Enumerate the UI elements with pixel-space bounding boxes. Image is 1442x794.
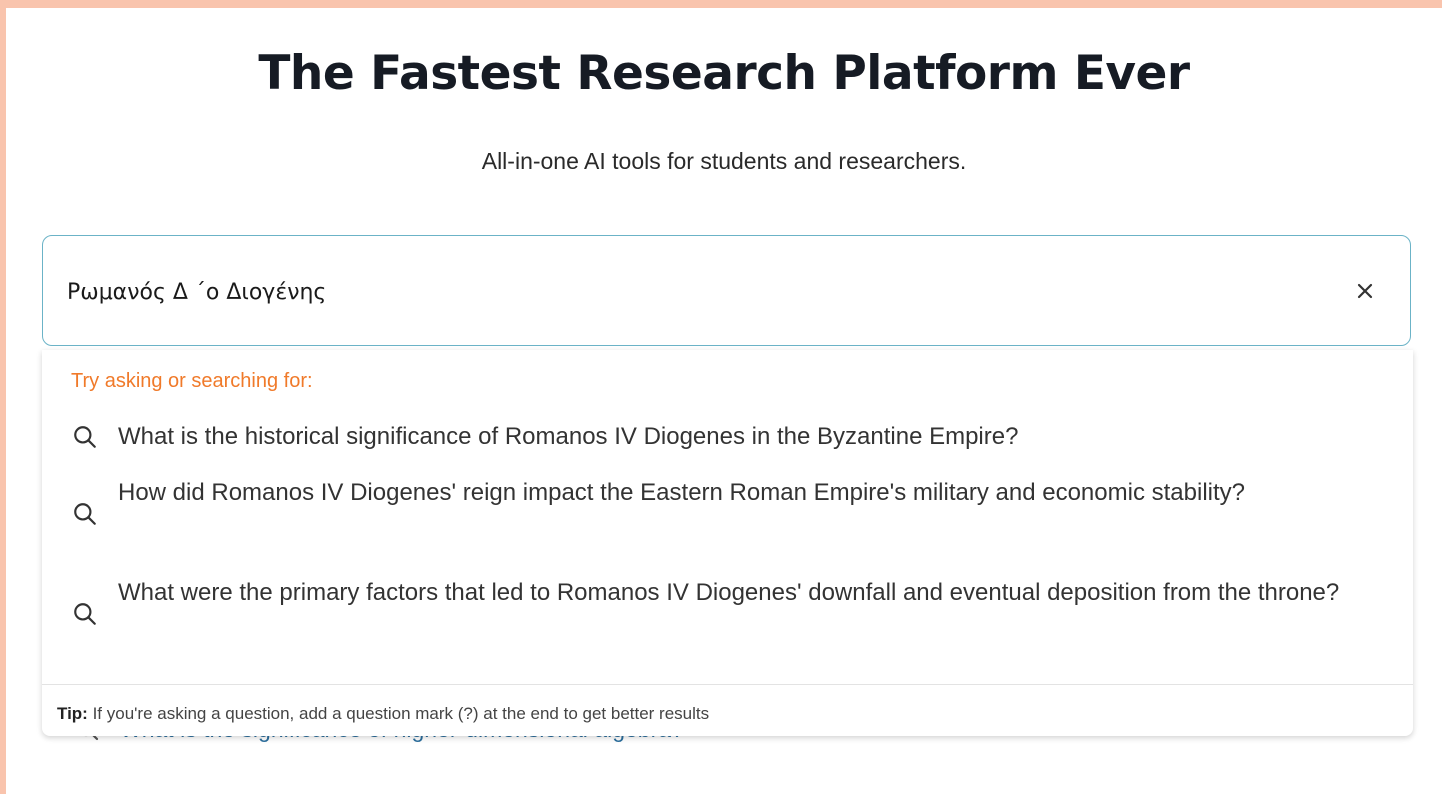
page-subtitle: All-in-one AI tools for students and res…: [481, 148, 967, 174]
close-icon: [1357, 283, 1373, 299]
page-title: The Fastest Research Platform Ever: [258, 46, 1190, 101]
clear-search-button[interactable]: [1354, 280, 1376, 302]
suggestion-text: What is the historical significance of R…: [118, 423, 1019, 450]
search-input[interactable]: [67, 272, 1317, 312]
search-box: [42, 235, 1411, 346]
search-icon: [72, 601, 98, 627]
dropdown-divider: [42, 684, 1413, 685]
tip-label: Tip:: [57, 704, 88, 723]
suggestion-item[interactable]: How did Romanos IV Diogenes' reign impac…: [42, 472, 1413, 556]
search-icon: [72, 424, 98, 450]
search-tip: Tip: If you're asking a question, add a …: [57, 704, 709, 724]
suggestions-header: Try asking or searching for:: [71, 370, 313, 392]
page-frame: The Fastest Research Platform Ever All-i…: [6, 8, 1442, 794]
suggestion-item[interactable]: What were the primary factors that led t…: [42, 572, 1413, 656]
suggestions-dropdown: Try asking or searching for: What is the…: [42, 350, 1413, 736]
suggestion-text: What were the primary factors that led t…: [118, 579, 1340, 606]
tip-text: If you're asking a question, add a quest…: [87, 704, 710, 723]
suggestion-item[interactable]: What is the historical significance of R…: [42, 416, 1413, 458]
search-icon: [72, 501, 98, 527]
suggestion-text: How did Romanos IV Diogenes' reign impac…: [118, 479, 1245, 506]
